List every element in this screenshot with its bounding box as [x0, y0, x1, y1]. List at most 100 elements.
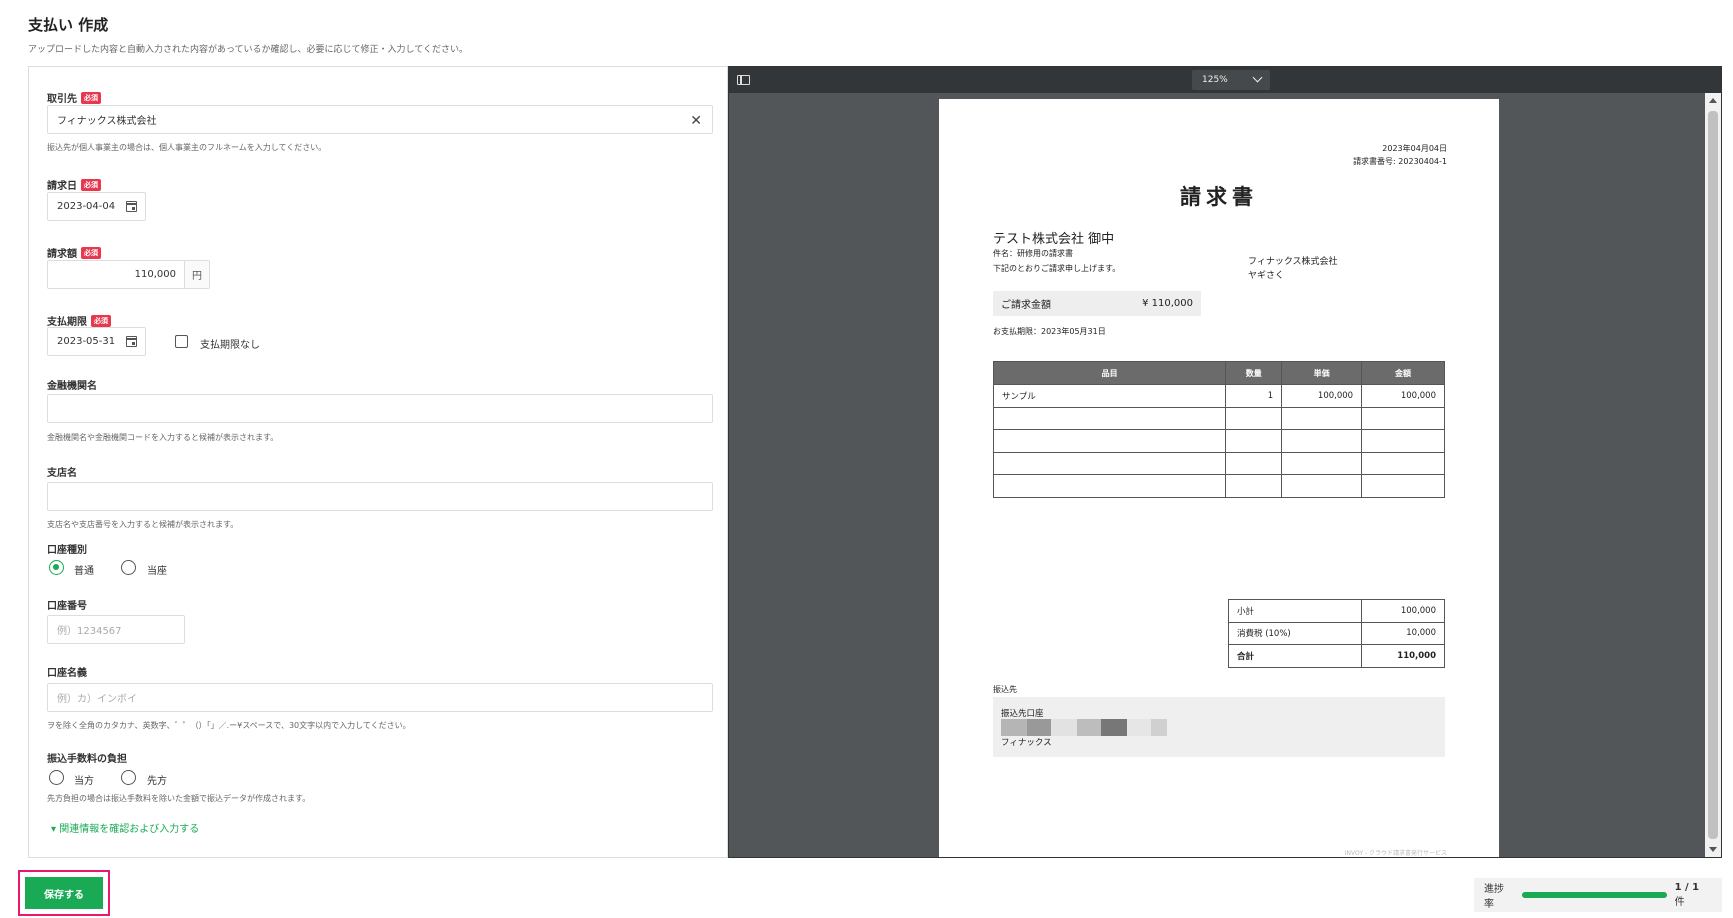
save-button[interactable]: 保存する — [25, 877, 103, 909]
calendar-icon[interactable] — [126, 201, 137, 212]
viewer-scrollbar[interactable] — [1705, 93, 1721, 857]
currency-unit: 円 — [184, 261, 209, 288]
invoice-number: 請求書番号: 20230404-1 — [1353, 157, 1447, 166]
bank-name-hint: 金融機関名や金融機関コードを入力すると候補が表示されます。 — [47, 433, 279, 442]
zoom-select[interactable]: 125% — [1192, 70, 1270, 90]
redacted-block — [1077, 719, 1101, 736]
account-type-toza-label: 当座 — [147, 566, 167, 577]
vendor-value: フィナックス株式会社 — [57, 116, 157, 127]
required-badge: 必須 — [81, 178, 101, 191]
invoice-issuer: フィナックス株式会社 — [1248, 257, 1338, 267]
invoice-note: 下記のとおりご請求申し上げます。 — [993, 264, 1121, 273]
table-cell — [1361, 429, 1445, 453]
invoice-person: ヤギさく — [1248, 271, 1285, 281]
invoice-total-box: ご請求金額 ¥ 110,000 — [993, 291, 1201, 316]
invoice-page: 2023年04月04日 請求書番号: 20230404-1 請求書 テスト株式会… — [939, 99, 1499, 857]
due-date-label-text: 支払期限 — [47, 317, 87, 328]
table-cell — [1361, 406, 1445, 431]
scroll-thumb[interactable] — [1708, 111, 1718, 839]
clear-icon[interactable]: ✕ — [690, 113, 702, 129]
table-row — [992, 474, 1445, 498]
invoice-footer: INVOY - クラウド請求書発行サービス — [1344, 850, 1447, 857]
invoice-date-label: 請求日 必須 — [47, 177, 101, 192]
invoice-totals-table: 小計 100,000 消費税 (10%) 10,000 合計 110,000 — [1227, 599, 1445, 668]
invoice-subject: 件名：研修用の請求書 — [993, 249, 1073, 258]
scroll-up-icon[interactable] — [1709, 98, 1717, 103]
scroll-down-icon[interactable] — [1709, 847, 1717, 852]
bank-name-label-text: 金融機関名 — [47, 381, 97, 392]
vendor-input[interactable]: フィナックス株式会社 ✕ — [47, 105, 713, 134]
branch-name-label-text: 支店名 — [47, 468, 77, 479]
table-row — [992, 429, 1445, 453]
invoice-date-input[interactable]: 2023-04-04 — [47, 192, 146, 221]
invoice-title: 請求書 — [1180, 185, 1258, 209]
column-header: 単価 — [1281, 361, 1363, 385]
account-type-futsu-label: 普通 — [74, 566, 94, 577]
required-badge: 必須 — [81, 91, 101, 104]
no-due-date-checkbox[interactable] — [175, 335, 188, 348]
branch-name-input[interactable] — [47, 482, 713, 511]
pdf-viewer[interactable]: 125% 2023年04月04日 請求書番号: 20230404-1 請求書 テ… — [728, 66, 1722, 858]
table-cell: 100,000 — [1361, 384, 1445, 408]
viewer-toolbar: 125% — [729, 67, 1721, 93]
progress-fill — [1521, 892, 1667, 898]
invoice-date-value: 2023-04-04 — [57, 201, 116, 212]
vendor-label: 取引先 必須 — [47, 90, 101, 105]
chevron-down-icon — [1252, 72, 1263, 83]
account-number-input[interactable]: 例）1234567 — [47, 615, 185, 644]
fee-bearer-hint: 先方負担の場合は振込手数料を除いた金額で振込データが作成されます。 — [47, 794, 311, 803]
grand-total-label: 合計 — [1227, 644, 1363, 668]
table-row — [992, 451, 1445, 476]
amount-input[interactable]: 110,000 円 — [47, 260, 210, 289]
table-cell — [992, 474, 1227, 498]
grand-total-row: 合計 110,000 — [1227, 644, 1445, 668]
account-type-toza-radio[interactable] — [121, 560, 136, 575]
sidebar-toggle-icon[interactable] — [737, 75, 750, 85]
fee-bearer-label: 振込手数料の負担 — [47, 750, 127, 765]
account-type-label-text: 口座種別 — [47, 545, 87, 556]
table-cell — [1281, 451, 1363, 476]
fee-bearer-ours-label: 当方 — [74, 776, 94, 787]
progress-bar — [1521, 892, 1667, 898]
fee-bearer-theirs-radio[interactable] — [121, 770, 136, 785]
calendar-icon[interactable] — [126, 336, 137, 347]
progress-unit: 件 — [1674, 897, 1685, 908]
due-date-input[interactable]: 2023-05-31 — [47, 327, 146, 356]
progress-count: 1 / 1 — [1674, 882, 1700, 893]
account-number-label: 口座番号 — [47, 597, 87, 612]
bank-info-box: 振込先口座 フィナックス — [993, 697, 1445, 757]
subtotal-value: 100,000 — [1361, 599, 1445, 623]
redacted-block — [1127, 719, 1151, 736]
bank-name-input[interactable] — [47, 394, 713, 423]
bank-title: 振込先口座 — [1001, 709, 1044, 719]
account-type-futsu-radio[interactable] — [49, 560, 64, 575]
required-badge: 必須 — [91, 314, 111, 327]
invoice-due: お支払期限：2023年05月31日 — [993, 327, 1106, 336]
table-cell: 100,000 — [1281, 384, 1363, 408]
table-cell — [1225, 429, 1283, 453]
column-header: 金額 — [1361, 361, 1445, 385]
required-badge: 必須 — [81, 246, 101, 259]
table-cell — [992, 406, 1227, 431]
amount-value: 110,000 — [134, 269, 176, 280]
account-type-label: 口座種別 — [47, 541, 87, 556]
branch-name-hint: 支店名や支店番号を入力すると候補が表示されます。 — [47, 520, 239, 529]
total-value: ¥ 110,000 — [1142, 298, 1193, 309]
vendor-hint: 振込先が個人事業主の場合は、個人事業主のフルネームを入力してください。 — [47, 143, 327, 152]
column-header: 数量 — [1225, 361, 1283, 385]
fee-bearer-ours-radio[interactable] — [49, 770, 64, 785]
table-cell: サンプル — [992, 384, 1227, 408]
subtotal-label: 小計 — [1227, 599, 1363, 623]
account-holder-placeholder: 例）カ）インボイ — [57, 694, 137, 705]
column-header: 品目 — [992, 361, 1227, 385]
account-holder-input[interactable]: 例）カ）インボイ — [47, 683, 713, 712]
tax-value: 10,000 — [1361, 621, 1445, 646]
payment-form — [28, 66, 728, 858]
related-info-link[interactable]: ▾ 関連情報を確認および入力する — [51, 820, 199, 835]
account-holder-label-text: 口座名義 — [47, 668, 87, 679]
table-cell: 1 — [1225, 384, 1283, 408]
due-date-label: 支払期限 必須 — [47, 313, 111, 328]
progress-indicator: 進捗率 1 / 1 件 — [1474, 878, 1722, 912]
table-cell — [1281, 429, 1363, 453]
table-cell — [992, 429, 1227, 453]
